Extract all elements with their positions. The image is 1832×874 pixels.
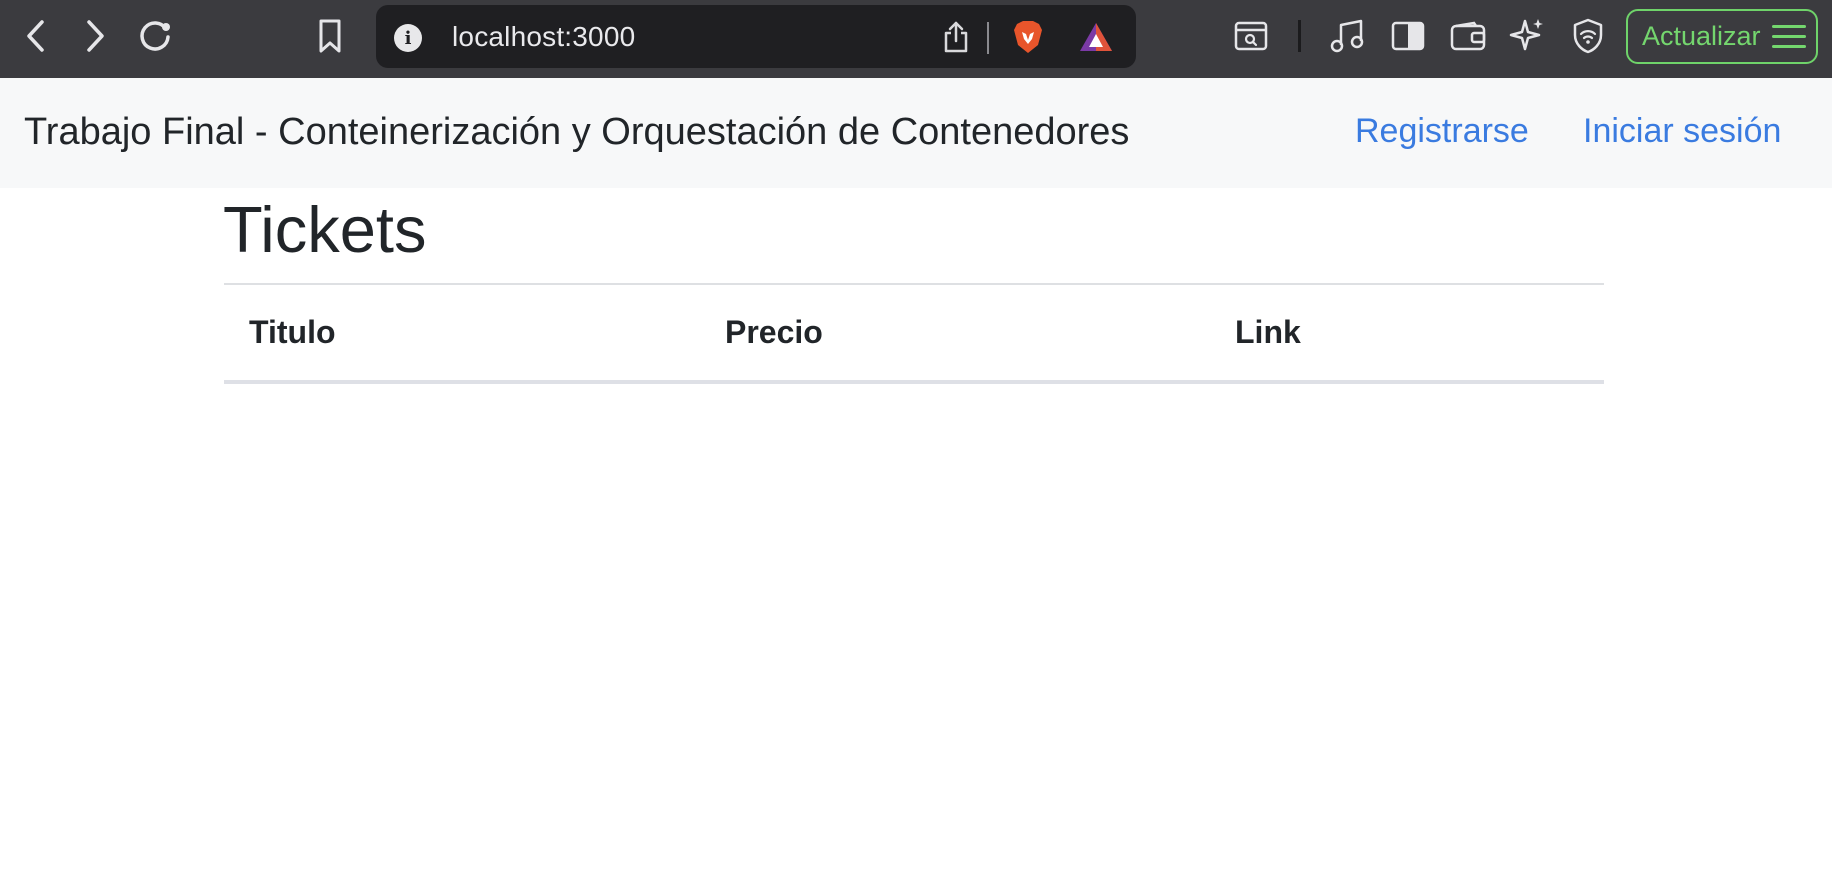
- reload-icon[interactable]: [133, 14, 177, 58]
- tab-search-icon[interactable]: [1229, 14, 1273, 58]
- column-header-precio: Precio: [725, 314, 823, 350]
- column-header-link: Link: [1235, 314, 1301, 350]
- url-text[interactable]: localhost:3000: [452, 21, 635, 53]
- music-icon[interactable]: [1326, 14, 1370, 58]
- leo-ai-icon[interactable]: [1506, 14, 1550, 58]
- sidebar-icon[interactable]: [1386, 14, 1430, 58]
- browser-toolbar: i localhost:3000 Actualizar: [0, 0, 1832, 78]
- forward-icon[interactable]: [73, 14, 117, 58]
- update-button[interactable]: Actualizar: [1626, 9, 1818, 64]
- address-bar-divider: [987, 22, 989, 54]
- bookmark-icon[interactable]: [308, 14, 352, 58]
- info-icon[interactable]: i: [394, 24, 422, 52]
- page-title: Tickets: [223, 193, 427, 266]
- menu-icon: [1772, 25, 1806, 49]
- brave-shields-icon[interactable]: [1008, 17, 1048, 57]
- navbar-brand[interactable]: Trabajo Final - Conteinerización y Orque…: [24, 111, 1129, 154]
- vpn-icon[interactable]: [1566, 14, 1610, 58]
- site-navbar: Trabajo Final - Conteinerización y Orque…: [0, 78, 1832, 188]
- login-link[interactable]: Iniciar sesión: [1583, 112, 1781, 151]
- update-button-label: Actualizar: [1642, 21, 1761, 51]
- toolbar-divider: [1298, 20, 1301, 52]
- share-icon[interactable]: [936, 17, 976, 57]
- column-header-titulo: Titulo: [249, 314, 336, 350]
- back-icon[interactable]: [14, 14, 58, 58]
- address-bar[interactable]: i localhost:3000: [376, 5, 1136, 68]
- table-header-border: [224, 380, 1604, 384]
- table-top-border: [224, 283, 1604, 285]
- brave-rewards-icon[interactable]: [1076, 17, 1116, 57]
- register-link[interactable]: Registrarse: [1355, 112, 1529, 151]
- wallet-icon[interactable]: [1446, 14, 1490, 58]
